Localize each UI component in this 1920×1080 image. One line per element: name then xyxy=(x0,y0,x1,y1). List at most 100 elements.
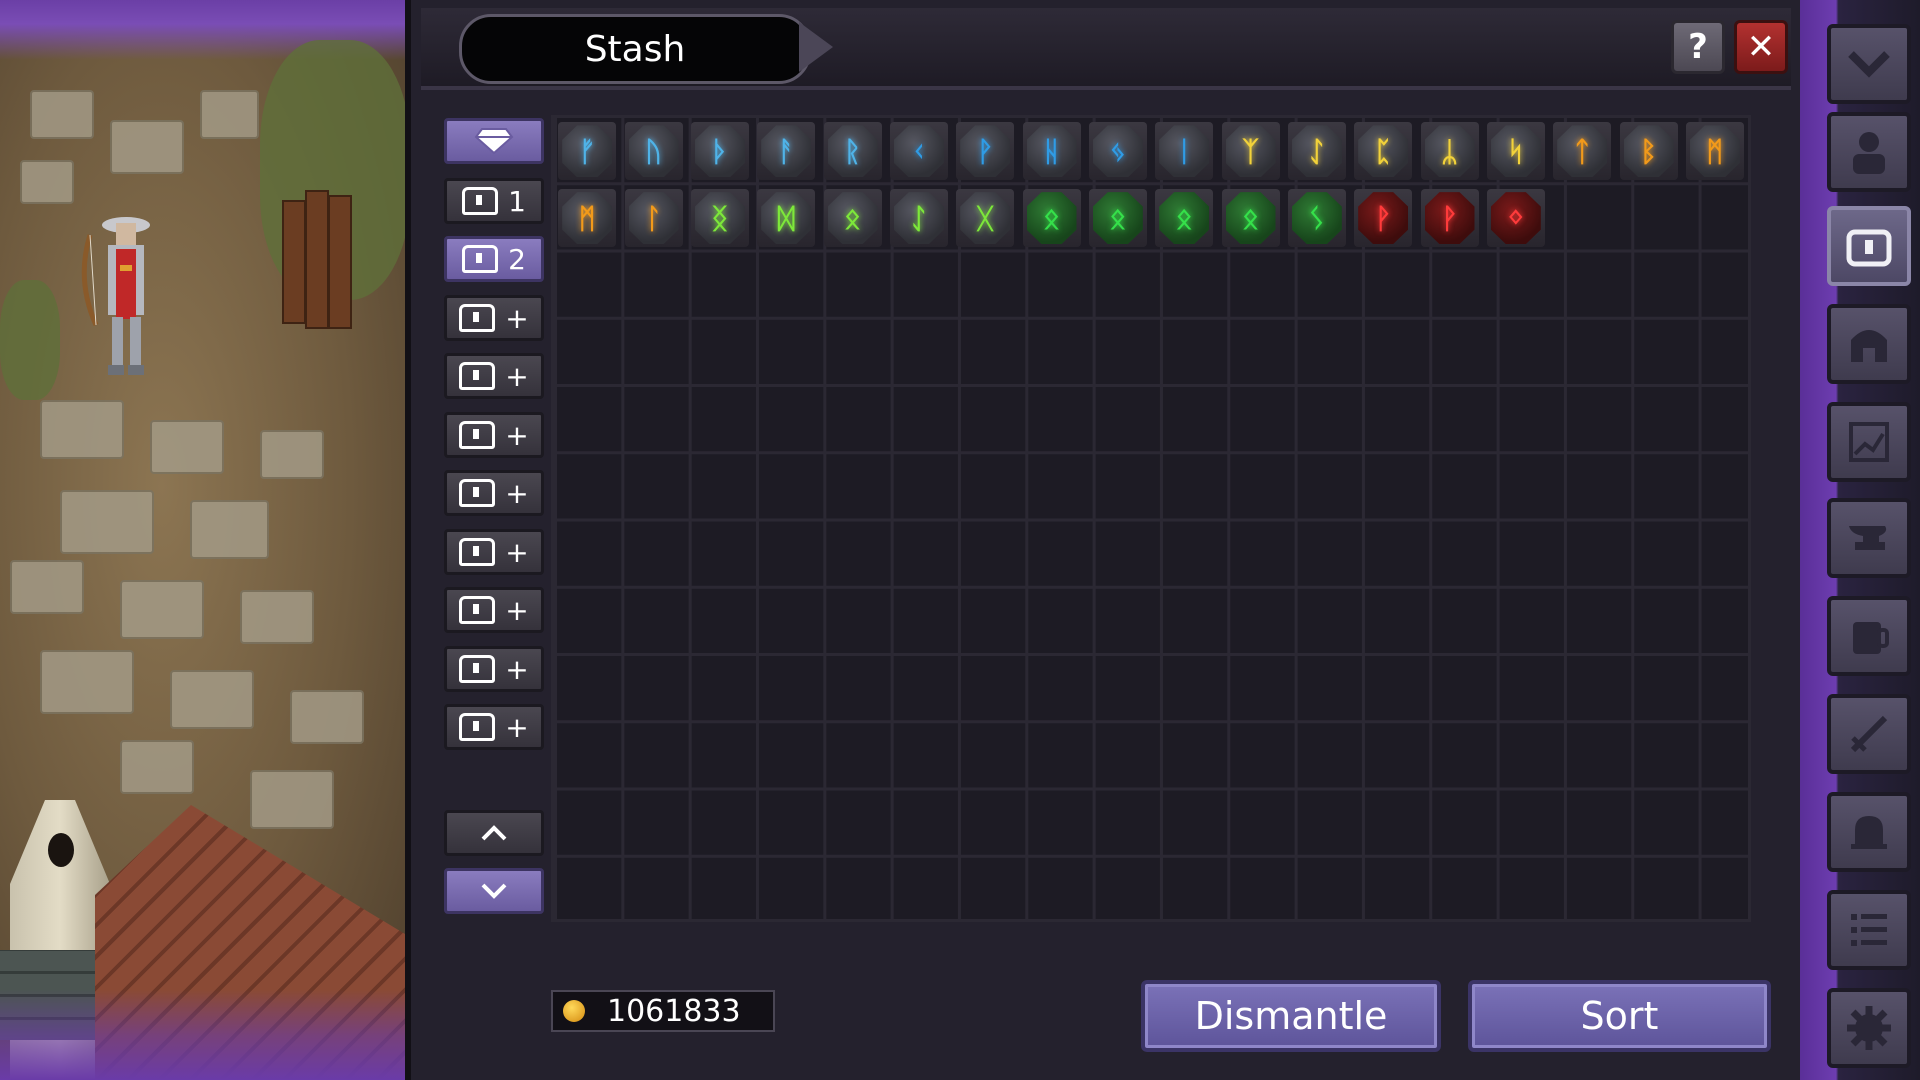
scroll-up-button[interactable] xyxy=(444,810,544,856)
help-button[interactable]: ? xyxy=(1671,20,1725,74)
chevron-down-icon xyxy=(1848,51,1890,78)
rune-item[interactable]: ᛏ xyxy=(1557,125,1608,178)
close-button[interactable]: ✕ xyxy=(1734,20,1788,74)
tab-add-stash[interactable]: + xyxy=(444,295,544,341)
tab-add-stash[interactable]: + xyxy=(444,353,544,399)
inventory-slot[interactable]: ᛇ xyxy=(1287,122,1346,181)
menu-sidebar xyxy=(1800,0,1920,1080)
inventory-slot[interactable]: ᚹ xyxy=(1354,189,1413,248)
sidebar-quests-button[interactable] xyxy=(1827,890,1911,970)
sidebar-stats-button[interactable] xyxy=(1827,402,1911,482)
inventory-slot[interactable]: ᛜ xyxy=(1486,189,1545,248)
inventory-slot[interactable]: ᚹ xyxy=(956,122,1015,181)
scroll-down-button[interactable] xyxy=(444,868,544,914)
rune-item[interactable]: ᛋ xyxy=(1490,125,1541,178)
inventory-slot[interactable]: ᚱ xyxy=(823,122,882,181)
rune-item[interactable]: ᛟ xyxy=(1026,192,1077,245)
sidebar-crafting-button[interactable] xyxy=(1827,498,1911,578)
inventory-slot[interactable]: ᛁ xyxy=(1155,122,1214,181)
sidebar-alchemy-button[interactable] xyxy=(1827,596,1911,676)
tab-add-stash[interactable]: + xyxy=(444,470,544,516)
inventory-slot[interactable]: ᛟ xyxy=(823,189,882,248)
inventory-slot[interactable]: ᛋ xyxy=(1486,122,1545,181)
rune-item[interactable]: ᛟ xyxy=(1092,192,1143,245)
rune-item[interactable]: ᚢ xyxy=(628,125,679,178)
rune-item[interactable]: ᚹ xyxy=(960,125,1011,178)
inventory-slot[interactable]: ᚢ xyxy=(624,122,683,181)
rune-item[interactable]: ᚹ xyxy=(1424,192,1475,245)
rune-item[interactable]: ᛊ xyxy=(1291,192,1342,245)
inventory-slot[interactable]: ᛃ xyxy=(1088,122,1147,181)
rune-item[interactable]: ᚨ xyxy=(761,125,812,178)
inventory-slot[interactable]: ᚠ xyxy=(558,122,617,181)
tab-stash-2[interactable]: 2 xyxy=(444,236,544,282)
rune-item[interactable]: ᛝ xyxy=(694,192,745,245)
sort-button[interactable]: Sort xyxy=(1468,980,1771,1052)
tab-stash-1[interactable]: 1 xyxy=(444,178,544,224)
inventory-slot[interactable]: ᚹ xyxy=(1420,189,1479,248)
rune-item[interactable]: ᚠ xyxy=(562,125,613,178)
rune-item[interactable]: ᚹ xyxy=(1358,192,1409,245)
rune-item[interactable]: ᛉ xyxy=(1225,125,1276,178)
inventory-slot[interactable]: ᛦ xyxy=(1420,122,1479,181)
rune-item[interactable]: ᚲ xyxy=(893,125,944,178)
tab-add-stash[interactable]: + xyxy=(444,529,544,575)
rune-item[interactable]: ᛁ xyxy=(1159,125,1210,178)
inventory-slot[interactable]: ᛇ xyxy=(889,189,948,248)
inventory-slot[interactable]: ᚲ xyxy=(889,122,948,181)
inventory-slot[interactable]: ᚦ xyxy=(690,122,749,181)
rune-item[interactable]: ᛈ xyxy=(1358,125,1409,178)
rune-item[interactable]: ᚱ xyxy=(827,125,878,178)
rune-item[interactable]: ᚷ xyxy=(960,192,1011,245)
rune-item[interactable]: ᛇ xyxy=(893,192,944,245)
inventory-slot[interactable]: ᛟ xyxy=(1155,189,1214,248)
inventory-slot[interactable]: ᛗ xyxy=(1685,122,1744,181)
tab-add-stash[interactable]: + xyxy=(444,412,544,458)
sidebar-equipment-button[interactable] xyxy=(1827,304,1911,384)
inventory-slot[interactable]: ᛉ xyxy=(1221,122,1280,181)
stash-titlebar: Stash ? ✕ xyxy=(421,8,1791,90)
rune-item[interactable]: ᛗ xyxy=(1689,125,1740,178)
sidebar-stash-button[interactable] xyxy=(1827,206,1911,286)
tab-add-stash[interactable]: + xyxy=(444,704,544,750)
dismantle-button[interactable]: Dismantle xyxy=(1141,980,1441,1052)
inventory-slot[interactable]: ᛝ xyxy=(690,189,749,248)
rune-item[interactable]: ᛟ xyxy=(827,192,878,245)
rune-item[interactable]: ᛟ xyxy=(1225,192,1276,245)
rune-item[interactable]: ᛗ xyxy=(562,192,613,245)
tab-gems[interactable] xyxy=(444,118,544,164)
rune-item[interactable]: ᛞ xyxy=(761,192,812,245)
sidebar-character-button[interactable] xyxy=(1827,112,1911,192)
sidebar-notifications-button[interactable] xyxy=(1827,792,1911,872)
inventory-slot[interactable]: ᛟ xyxy=(1022,189,1081,248)
inventory-slot[interactable]: ᛈ xyxy=(1354,122,1413,181)
inventory-slot[interactable]: ᛗ xyxy=(558,189,617,248)
rune-item[interactable]: ᛜ xyxy=(1490,192,1541,245)
inventory-slot[interactable]: ᚺ xyxy=(1022,122,1081,181)
inventory-slot[interactable]: ᛟ xyxy=(1221,189,1280,248)
rune-item[interactable]: ᚺ xyxy=(1026,125,1077,178)
rune-item[interactable]: ᛦ xyxy=(1424,125,1475,178)
inventory-slot[interactable]: ᛒ xyxy=(1619,122,1678,181)
inventory-slot[interactable]: ᛚ xyxy=(624,189,683,248)
rune-item[interactable]: ᛟ xyxy=(1159,192,1210,245)
rune-item[interactable]: ᚦ xyxy=(694,125,745,178)
player-archer[interactable] xyxy=(78,205,168,385)
sidebar-collapse-button[interactable] xyxy=(1827,24,1911,104)
inventory-slot[interactable]: ᛊ xyxy=(1287,189,1346,248)
inventory-slot[interactable]: ᛟ xyxy=(1088,189,1147,248)
inventory-slot[interactable]: ᛏ xyxy=(1553,122,1612,181)
inventory-slot[interactable]: ᚨ xyxy=(757,122,816,181)
sidebar-settings-button[interactable] xyxy=(1827,988,1911,1068)
rune-item[interactable]: ᛇ xyxy=(1291,125,1342,178)
rune-item[interactable]: ᛚ xyxy=(628,192,679,245)
rune-item[interactable]: ᛒ xyxy=(1623,125,1674,178)
plus-icon: + xyxy=(505,593,529,627)
inventory-slot[interactable]: ᚷ xyxy=(956,189,1015,248)
sidebar-skills-button[interactable] xyxy=(1827,694,1911,774)
tab-add-stash[interactable]: + xyxy=(444,587,544,633)
rune-item[interactable]: ᛃ xyxy=(1092,125,1143,178)
inventory-slot[interactable]: ᛞ xyxy=(757,189,816,248)
tab-add-stash[interactable]: + xyxy=(444,646,544,692)
inventory-grid[interactable]: ᚠᚢᚦᚨᚱᚲᚹᚺᛃᛁᛉᛇᛈᛦᛋᛏᛒᛗᛗᛚᛝᛞᛟᛇᚷᛟᛟᛟᛟᛊᚹᚹᛜ xyxy=(551,115,1751,922)
